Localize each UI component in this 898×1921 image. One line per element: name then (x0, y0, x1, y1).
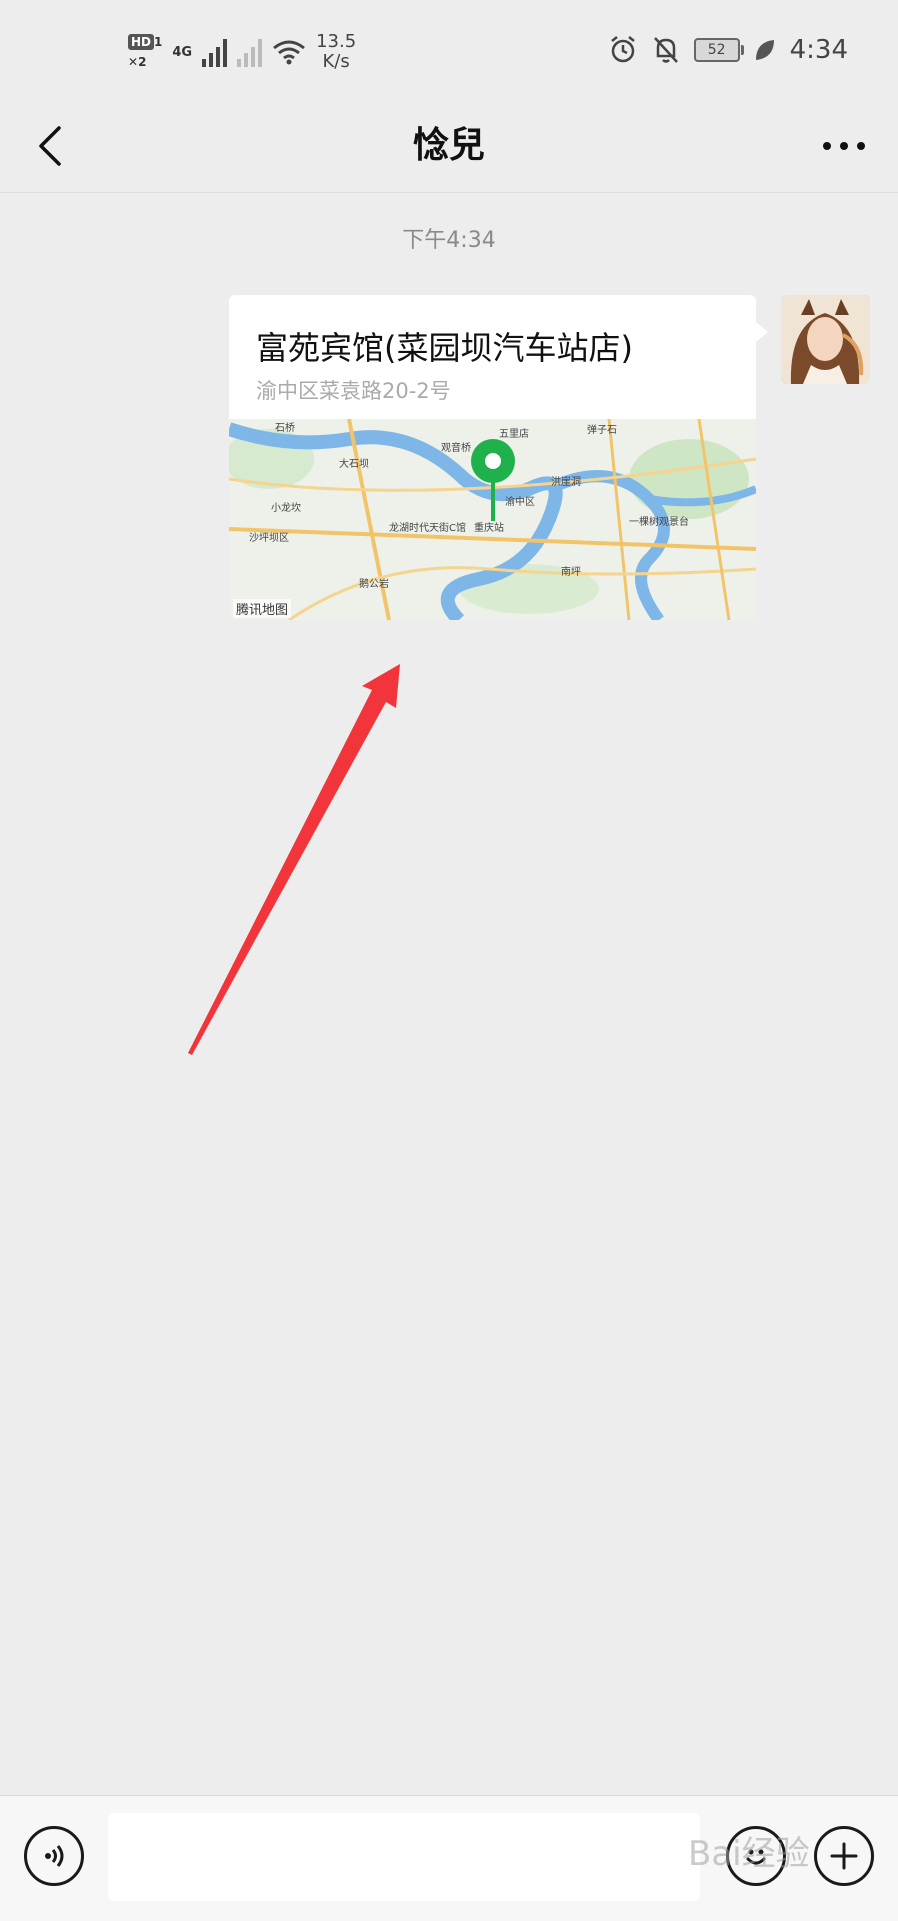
leaf-icon (755, 40, 774, 60)
avatar-image (781, 295, 870, 384)
network-type: 4G (172, 44, 193, 60)
hd-badge: HD 1 (128, 34, 162, 50)
bubble-tail (756, 322, 768, 342)
map-label: 五里店 (499, 427, 529, 440)
more-button[interactable] (814, 118, 874, 174)
net-speed: 13.5 K/s (316, 31, 357, 72)
map-label: 石桥 (275, 422, 295, 434)
message-input[interactable] (108, 1813, 700, 1901)
voice-button[interactable] (24, 1826, 84, 1886)
clock: 4:34 (789, 35, 848, 65)
map-label: 一棵树观景台 (629, 515, 689, 528)
map-label: 洪崖洞 (551, 476, 581, 488)
map-label: 弹子石 (587, 423, 617, 436)
message-timestamp: 下午4:34 (402, 228, 496, 253)
avatar[interactable] (781, 295, 870, 384)
location-message[interactable]: 富苑宾馆(菜园坝汽车站店) 渝中区菜袁路20-2号 石桥 大石坝 龙湖时代天街C (229, 295, 756, 620)
status-bar: HD 1 ✕2 4G 13.5 K/s 52 4:34 (0, 0, 898, 100)
map-label: 渝中区 (505, 495, 535, 508)
map-label: 大石坝 (339, 457, 369, 470)
chat-header: 惗兒 (0, 100, 898, 193)
map-label: 沙坪坝区 (249, 531, 289, 544)
voice-icon (45, 1845, 64, 1867)
map-label: 重庆站 (474, 521, 504, 534)
map-label: 小龙坎 (271, 501, 301, 514)
signal-icon (202, 37, 228, 67)
more-icon (823, 142, 865, 150)
status-left: HD 1 ✕2 4G 13.5 K/s (128, 24, 356, 80)
location-name: 富苑宾馆(菜园坝汽车站店) (256, 329, 633, 367)
battery-icon: 52 (693, 38, 744, 62)
no-call-icon: ✕2 (128, 55, 147, 69)
more-options-button[interactable] (814, 1826, 874, 1886)
wifi-icon (273, 40, 306, 65)
watermark: Bai经验 (688, 1834, 810, 1874)
map-label: 南坪 (561, 565, 581, 578)
map-preview[interactable]: 石桥 大石坝 龙湖时代天街C馆 沙坪坝区 小龙坎 观音桥 五里店 渝中区 洪崖洞… (229, 418, 756, 620)
map-label: 观音桥 (441, 441, 471, 454)
map-credit: 腾讯地图 (233, 599, 292, 618)
alarm-icon (610, 36, 635, 63)
map-graphic: 石桥 大石坝 龙湖时代天街C馆 沙坪坝区 小龙坎 观音桥 五里店 渝中区 洪崖洞… (229, 418, 756, 620)
status-right: 52 4:34 (608, 30, 848, 70)
map-label: 鹅公岩 (359, 577, 389, 590)
sim-indicators: HD 1 ✕2 (128, 34, 162, 69)
plus-icon (830, 1842, 858, 1870)
location-address: 渝中区菜袁路20-2号 (256, 379, 451, 403)
signal-2-icon (237, 37, 263, 67)
chat-title: 惗兒 (412, 125, 485, 166)
mute-bell-icon (653, 37, 678, 63)
map-label: 龙湖时代天街C馆 (389, 521, 466, 534)
